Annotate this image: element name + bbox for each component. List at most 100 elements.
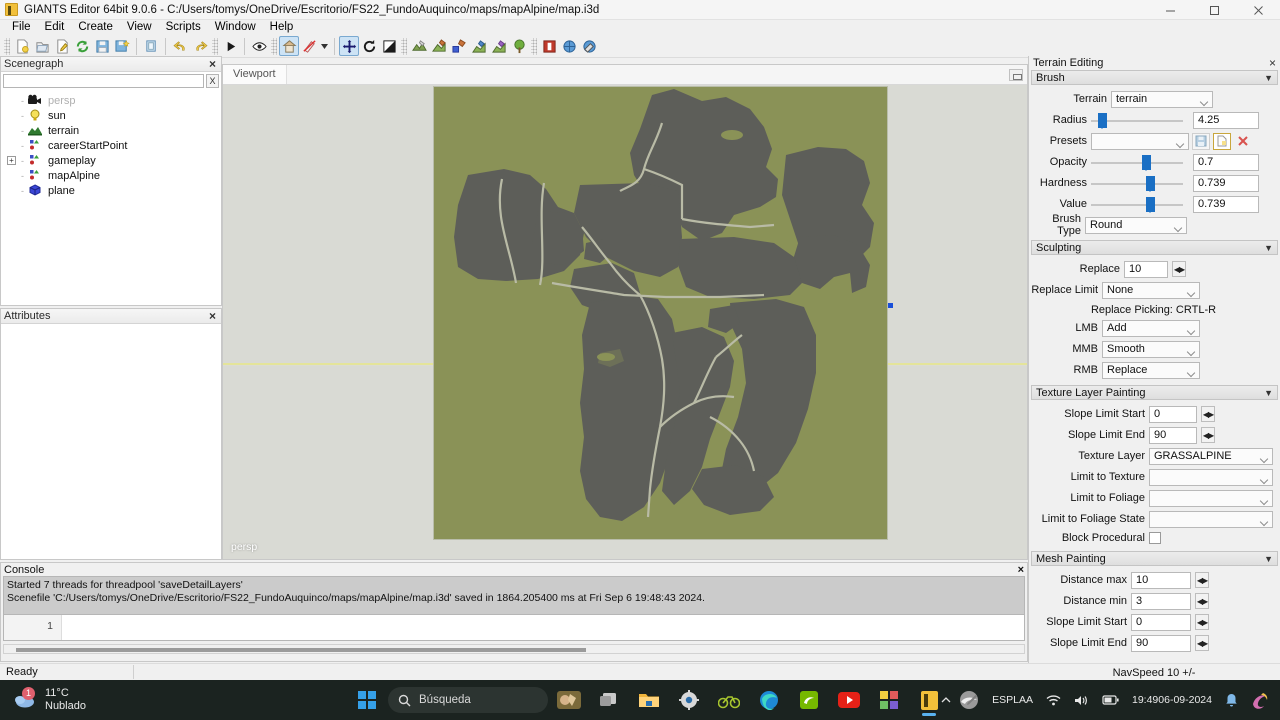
chevron-down-icon[interactable] [319, 36, 330, 56]
scenegraph-item-persp[interactable]: - persp [1, 93, 221, 108]
slope-limit-end-input[interactable]: 90 [1149, 426, 1197, 444]
scenegraph-item-careerstartpoint[interactable]: - careerStartPoint [1, 138, 221, 153]
task-view-icon[interactable] [590, 681, 628, 719]
slider-knob[interactable] [1142, 154, 1151, 171]
cycling-app-icon[interactable] [710, 681, 748, 719]
console-input-area[interactable]: 1 [3, 614, 1025, 641]
replace-input[interactable]: 10 [1124, 260, 1168, 278]
nvidia-icon[interactable] [790, 681, 828, 719]
console-horizontal-scrollbar[interactable] [3, 644, 1025, 654]
delete-preset-icon[interactable] [1234, 133, 1252, 150]
search-input[interactable]: Búsqueda [388, 687, 548, 713]
distance-max-input[interactable]: 10 [1131, 571, 1191, 589]
tab-viewport[interactable]: Viewport [223, 65, 287, 84]
scenegraph-item-plane[interactable]: - plane [1, 183, 221, 198]
search-input[interactable] [3, 74, 204, 88]
presets-select[interactable] [1091, 132, 1189, 150]
viewport-canvas[interactable]: persp [223, 85, 1027, 559]
terrain-paint-icon[interactable] [429, 36, 449, 56]
replace-stepper[interactable]: ◀▶ [1172, 261, 1186, 277]
menu-file[interactable]: File [5, 20, 38, 35]
menu-help[interactable]: Help [263, 20, 301, 35]
scenegraph-item-terrain[interactable]: - terrain [1, 123, 221, 138]
mp-slope-limit-start-input[interactable]: 0 [1131, 613, 1191, 631]
scenegraph-item-sun[interactable]: - sun [1, 108, 221, 123]
mesh-paint-icon[interactable] [489, 36, 509, 56]
distance-min-input[interactable]: 3 [1131, 592, 1191, 610]
close-icon[interactable]: × [207, 310, 218, 322]
close-icon[interactable] [1236, 0, 1280, 20]
replace-limit-select[interactable]: None [1102, 281, 1200, 299]
console-input[interactable] [62, 615, 1024, 640]
battery-icon[interactable] [1097, 683, 1124, 717]
terrain-select[interactable]: terrain [1111, 90, 1213, 108]
start-windows-icon[interactable] [348, 681, 386, 719]
save-as-icon[interactable] [112, 36, 132, 56]
slider-knob[interactable] [1098, 112, 1107, 129]
menu-create[interactable]: Create [71, 20, 120, 35]
mp-slope-limit-start-stepper[interactable]: ◀▶ [1195, 614, 1209, 630]
open-file-icon[interactable] [32, 36, 52, 56]
save-preset-icon[interactable] [1192, 132, 1210, 150]
chevron-down-icon[interactable]: ▼ [1264, 554, 1273, 564]
widgets-icon[interactable] [550, 681, 588, 719]
youtube-icon[interactable] [830, 681, 868, 719]
mp-slope-limit-end-input[interactable]: 90 [1131, 634, 1191, 652]
block-procedural-checkbox[interactable] [1149, 532, 1161, 544]
expand-toggle[interactable]: + [7, 156, 16, 165]
value-slider[interactable] [1091, 196, 1183, 213]
viewport-layout-button[interactable] [1009, 68, 1023, 81]
chevron-down-icon[interactable]: ▼ [1264, 73, 1273, 83]
toolbar-grip[interactable] [401, 37, 407, 55]
slider-knob[interactable] [1146, 175, 1155, 192]
toolbar-grip[interactable] [271, 37, 277, 55]
clear-search-button[interactable]: X [206, 74, 219, 88]
brush-type-select[interactable]: Round [1085, 216, 1187, 234]
settings-icon[interactable] [670, 681, 708, 719]
reload-icon[interactable] [72, 36, 92, 56]
value-input[interactable]: 0.739 [1193, 195, 1259, 213]
chevron-down-icon[interactable]: ▼ [1264, 388, 1273, 398]
toolbar-grip[interactable] [531, 37, 537, 55]
mmb-select[interactable]: Smooth [1102, 340, 1200, 358]
toolbar-grip[interactable] [4, 37, 10, 55]
minimize-icon[interactable] [1148, 0, 1192, 20]
copilot-icon[interactable] [1246, 683, 1274, 717]
limit-to-texture-select[interactable] [1149, 468, 1273, 486]
menu-edit[interactable]: Edit [38, 20, 72, 35]
slope-limit-end-stepper[interactable]: ◀▶ [1201, 427, 1215, 443]
redo-icon[interactable] [190, 36, 210, 56]
mp-slope-limit-end-stepper[interactable]: ◀▶ [1195, 635, 1209, 651]
limit-to-foliage-select[interactable] [1149, 489, 1273, 507]
toolbar-grip[interactable] [212, 37, 218, 55]
save-icon[interactable] [92, 36, 112, 56]
scale-tool-icon[interactable] [379, 36, 399, 56]
rmb-select[interactable]: Replace [1102, 361, 1200, 379]
group-mesh-painting[interactable]: Mesh Painting ▼ [1031, 551, 1278, 566]
opacity-slider[interactable] [1091, 154, 1183, 171]
new-preset-icon[interactable] [1213, 132, 1231, 150]
distance-min-stepper[interactable]: ◀▶ [1195, 593, 1209, 609]
lmb-select[interactable]: Add [1102, 319, 1200, 337]
wifi-icon[interactable] [1041, 683, 1066, 717]
radius-slider[interactable] [1091, 112, 1183, 129]
no-render-icon[interactable] [299, 36, 319, 56]
slider-knob[interactable] [1146, 196, 1155, 213]
undo-icon[interactable] [170, 36, 190, 56]
language-indicator[interactable]: ESP LAA [987, 683, 1038, 717]
navmesh-edit-icon[interactable] [579, 36, 599, 56]
copy-paste-icon[interactable] [141, 36, 161, 56]
terrain-info-icon[interactable] [539, 36, 559, 56]
texture-paint-icon[interactable] [469, 36, 489, 56]
home-view-icon[interactable] [279, 36, 299, 56]
group-texture-layer-painting[interactable]: Texture Layer Painting ▼ [1031, 385, 1278, 400]
notification-bell-icon[interactable] [1220, 683, 1243, 717]
volume-icon[interactable] [1069, 683, 1094, 717]
terrain-sculpt-icon[interactable] [409, 36, 429, 56]
hardness-input[interactable]: 0.739 [1193, 174, 1259, 192]
group-brush[interactable]: Brush ▼ [1031, 70, 1278, 85]
close-icon[interactable]: × [1018, 564, 1024, 576]
eye-visibility-icon[interactable] [249, 36, 269, 56]
scenegraph-item-mapalpine[interactable]: - mapAlpine [1, 168, 221, 183]
foliage-paint-icon[interactable] [449, 36, 469, 56]
